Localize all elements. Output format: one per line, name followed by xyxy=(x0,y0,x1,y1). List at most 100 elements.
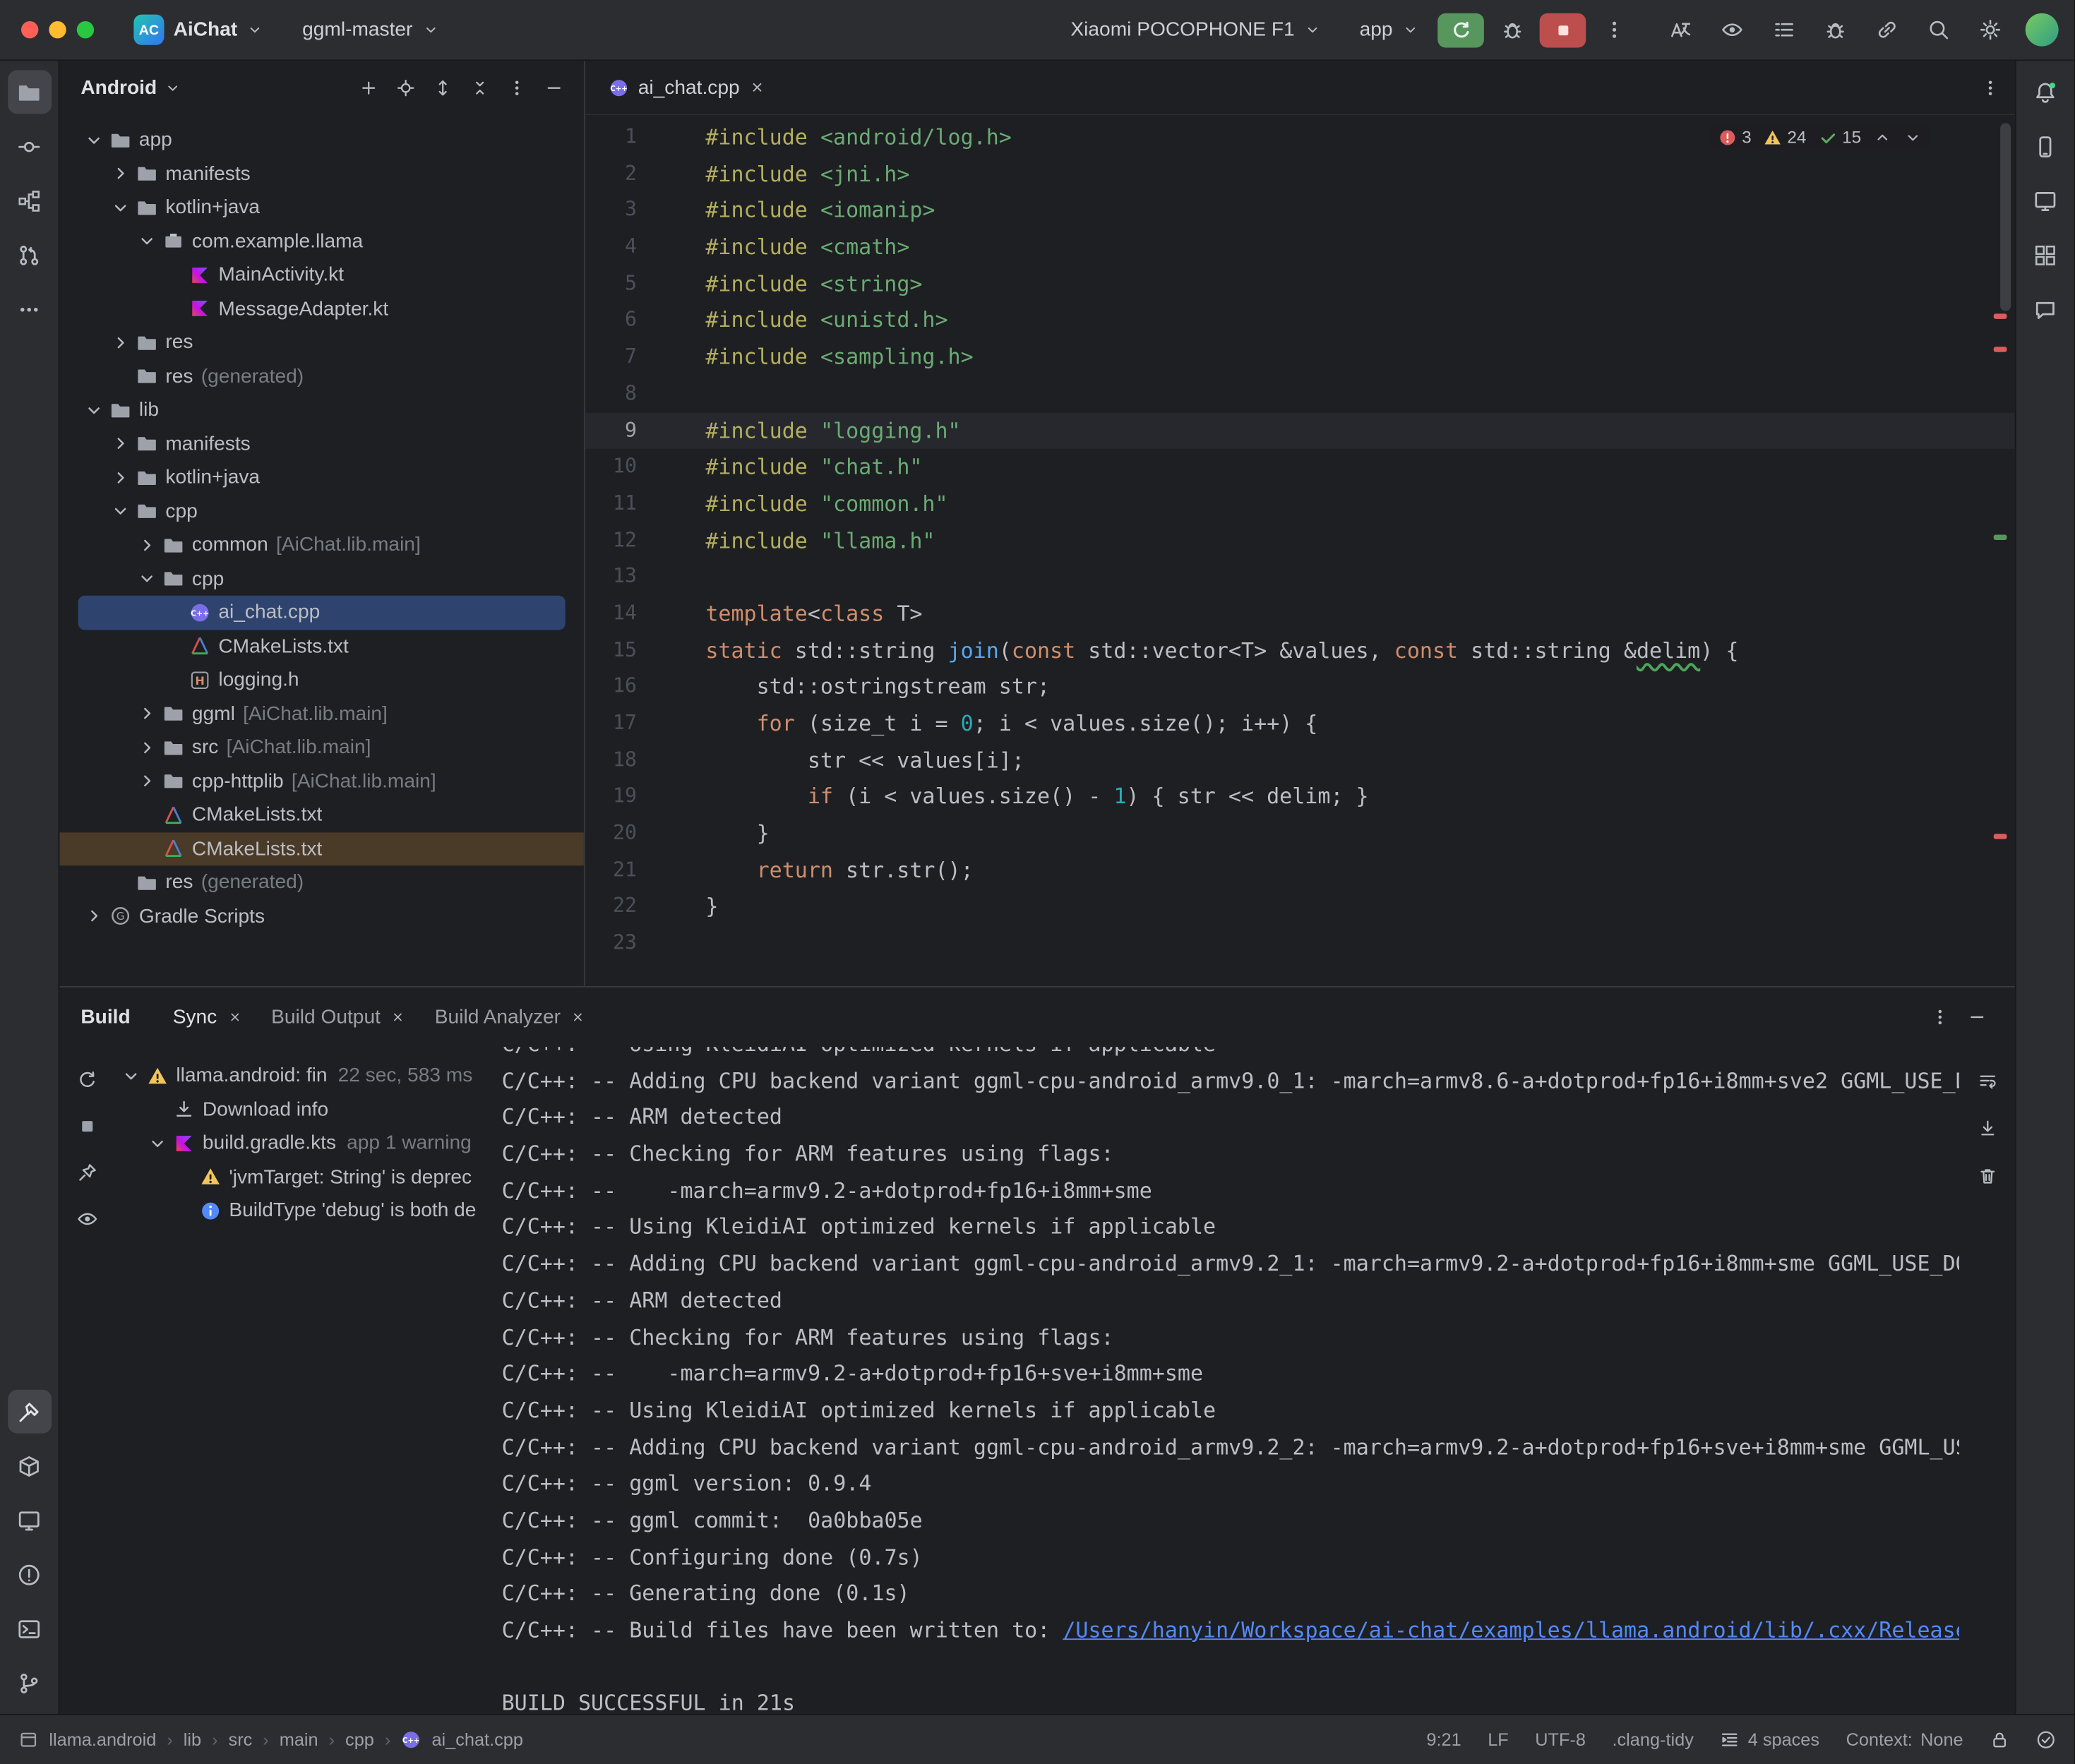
chevron-right-icon[interactable] xyxy=(107,329,134,356)
task-list-icon[interactable] xyxy=(1764,10,1803,49)
stop-button[interactable] xyxy=(1540,13,1586,47)
inspection-status-icon[interactable] xyxy=(2036,1730,2056,1750)
warning-count[interactable]: 24 xyxy=(1764,127,1807,147)
chevron-right-icon[interactable] xyxy=(133,532,160,558)
line-number[interactable]: 11 xyxy=(585,486,706,522)
line-number[interactable]: 6 xyxy=(585,302,706,339)
chevron-down-icon[interactable] xyxy=(118,1062,145,1089)
code-editor[interactable]: 3 24 15 1#include <android/log.h>2#inclu… xyxy=(585,115,2015,986)
build-tab-sync[interactable]: Sync xyxy=(160,998,256,1036)
code-line-5[interactable]: 5#include <string> xyxy=(585,265,2015,302)
inspections-widget[interactable]: 3 24 15 xyxy=(1710,124,1930,150)
clang-tidy-indicator[interactable]: .clang-tidy xyxy=(1612,1730,1693,1750)
tree-item-manifests[interactable]: manifests xyxy=(59,157,584,191)
options-icon[interactable] xyxy=(499,71,534,105)
error-stripe-mark[interactable] xyxy=(1994,347,2007,352)
error-stripe-mark[interactable] xyxy=(1994,313,2007,318)
chevron-down-icon[interactable] xyxy=(80,127,107,154)
code-line-20[interactable]: 20 } xyxy=(585,815,2015,852)
line-number[interactable]: 16 xyxy=(585,668,706,705)
notifications-icon[interactable] xyxy=(2023,70,2067,114)
close-tab-icon[interactable] xyxy=(227,1010,242,1025)
chevron-down-icon[interactable] xyxy=(164,80,181,97)
commit-icon[interactable] xyxy=(7,124,51,168)
build-options-button[interactable] xyxy=(1922,1000,1957,1035)
build-tree-item-download-info[interactable]: Download info xyxy=(115,1093,502,1127)
add-icon[interactable] xyxy=(351,71,385,105)
chevron-right-icon[interactable] xyxy=(80,903,107,930)
hide-panel-icon[interactable] xyxy=(536,71,570,105)
line-number[interactable]: 5 xyxy=(585,265,706,302)
inspect-icon[interactable] xyxy=(1711,10,1751,49)
tree-item-res[interactable]: res(generated) xyxy=(59,359,584,393)
chevron-right-icon[interactable] xyxy=(133,768,160,795)
tree-item-res[interactable]: res xyxy=(59,325,584,359)
line-number[interactable]: 13 xyxy=(585,559,706,596)
line-number[interactable]: 21 xyxy=(585,852,706,889)
stop-sync-icon[interactable] xyxy=(70,1109,104,1144)
device-selector[interactable]: Xiaomi POCOPHONE F1 xyxy=(1051,13,1332,47)
tree-item-cpp-httplib[interactable]: cpp-httplib[AiChat.lib.main] xyxy=(59,764,584,798)
run-options-button[interactable] xyxy=(1594,10,1634,49)
code-line-9[interactable]: 9#include "logging.h" xyxy=(585,412,2015,449)
minimize-window-button[interactable] xyxy=(49,21,66,38)
line-number[interactable]: 2 xyxy=(585,156,706,193)
project-selector[interactable]: AC AiChat xyxy=(123,9,274,50)
chevron-down-icon[interactable] xyxy=(107,194,134,221)
build-tree-item-llama-android-fin[interactable]: llama.android: fin22 sec, 583 ms xyxy=(115,1059,502,1093)
code-line-8[interactable]: 8 xyxy=(585,376,2015,412)
chevron-down-icon[interactable] xyxy=(133,228,160,255)
line-number[interactable]: 23 xyxy=(585,925,706,962)
project-folder-icon[interactable] xyxy=(7,70,51,114)
cursor-position[interactable]: 9:21 xyxy=(1426,1730,1461,1750)
code-line-11[interactable]: 11#include "common.h" xyxy=(585,486,2015,522)
chevron-right-icon[interactable] xyxy=(107,160,134,187)
code-line-14[interactable]: 14template<class T> xyxy=(585,596,2015,632)
chevron-right-icon[interactable] xyxy=(133,700,160,727)
code-line-15[interactable]: 15static std::string join(const std::vec… xyxy=(585,632,2015,669)
line-number[interactable]: 18 xyxy=(585,742,706,779)
tree-item-messageadapter-kt[interactable]: MessageAdapter.kt xyxy=(59,292,584,325)
previous-problem-icon[interactable] xyxy=(1873,128,1891,146)
clear-console-icon[interactable] xyxy=(1970,1158,2004,1193)
chevron-down-icon[interactable] xyxy=(107,498,134,524)
tree-item-mainactivity-kt[interactable]: MainActivity.kt xyxy=(59,258,584,292)
problems-icon[interactable] xyxy=(7,1552,51,1596)
line-number[interactable]: 14 xyxy=(585,596,706,632)
build-tree-item-buildtype-debug-is-both-de[interactable]: BuildType 'debug' is both de xyxy=(115,1194,502,1228)
profiler-icon[interactable] xyxy=(1815,10,1855,49)
build-console[interactable]: C/C++: -- Using KleidiAI optimized kerne… xyxy=(502,1047,1959,1714)
breadcrumb-item-src[interactable]: src xyxy=(229,1730,253,1750)
pull-requests-icon[interactable] xyxy=(7,233,51,277)
device-manager-icon[interactable] xyxy=(2023,124,2067,168)
build-tree-item-build-gradle-kts[interactable]: build.gradle.ktsapp 1 warning xyxy=(115,1127,502,1160)
code-line-6[interactable]: 6#include <unistd.h> xyxy=(585,302,2015,339)
code-line-13[interactable]: 13 xyxy=(585,559,2015,596)
code-line-12[interactable]: 12#include "llama.h" xyxy=(585,522,2015,559)
locate-file-icon[interactable] xyxy=(388,71,422,105)
tree-item-ggml[interactable]: ggml[AiChat.lib.main] xyxy=(59,697,584,731)
editor-scrollbar[interactable] xyxy=(2000,123,2011,311)
context-indicator[interactable]: Context:None xyxy=(1846,1730,1963,1750)
close-tab-icon[interactable] xyxy=(391,1010,406,1025)
running-devices-icon[interactable] xyxy=(2023,179,2067,222)
code-line-4[interactable]: 4#include <cmath> xyxy=(585,229,2015,265)
build-tab-build-analyzer[interactable]: Build Analyzer xyxy=(421,998,599,1036)
breadcrumb-item-cpp[interactable]: cpp xyxy=(345,1730,374,1750)
encoding-indicator[interactable]: UTF-8 xyxy=(1535,1730,1586,1750)
chevron-down-icon[interactable] xyxy=(144,1130,171,1157)
line-number[interactable]: 19 xyxy=(585,779,706,815)
code-line-17[interactable]: 17 for (size_t i = 0; i < values.size();… xyxy=(585,705,2015,742)
translate-icon[interactable] xyxy=(1660,10,1699,49)
chevron-right-icon[interactable] xyxy=(133,734,160,761)
branch-selector[interactable]: ggml-master xyxy=(282,13,450,47)
code-line-2[interactable]: 2#include <jni.h> xyxy=(585,156,2015,193)
tree-item-kotlin-java[interactable]: kotlin+java xyxy=(59,461,584,495)
build-tab-build-output[interactable]: Build Output xyxy=(258,998,419,1036)
user-avatar[interactable] xyxy=(2026,13,2059,47)
structure-icon[interactable] xyxy=(7,179,51,222)
error-stripe-mark[interactable] xyxy=(1994,834,2007,839)
code-line-3[interactable]: 3#include <iomanip> xyxy=(585,193,2015,229)
pin-icon[interactable] xyxy=(70,1156,104,1190)
line-ending-indicator[interactable]: LF xyxy=(1488,1730,1509,1750)
